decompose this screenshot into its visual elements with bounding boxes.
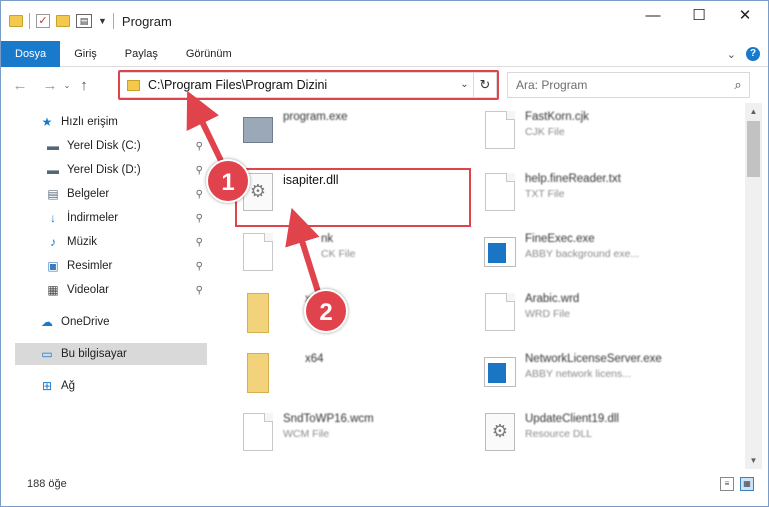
step-2-badge: 2 bbox=[304, 289, 348, 333]
tiles-view-icon[interactable]: ▦ bbox=[740, 477, 754, 491]
details-view-icon[interactable]: ≡ bbox=[720, 477, 734, 491]
scroll-down-icon[interactable]: ▼ bbox=[745, 452, 762, 469]
scroll-up-icon[interactable]: ▲ bbox=[745, 103, 762, 120]
vertical-scrollbar[interactable]: ▲ ▼ bbox=[745, 103, 762, 469]
step-1-badge: 1 bbox=[206, 159, 250, 203]
status-bar: 188 öğe ≡ ▦ bbox=[1, 473, 768, 495]
view-buttons: ≡ ▦ bbox=[720, 477, 754, 491]
arrow-to-address-icon bbox=[186, 90, 324, 297]
explorer-window: ✓ ▤ ▼ Program — ☐ ✕ Dosya Giriş Paylaş G… bbox=[0, 0, 769, 507]
scroll-thumb[interactable] bbox=[747, 121, 760, 177]
item-count: 188 öğe bbox=[27, 478, 67, 490]
